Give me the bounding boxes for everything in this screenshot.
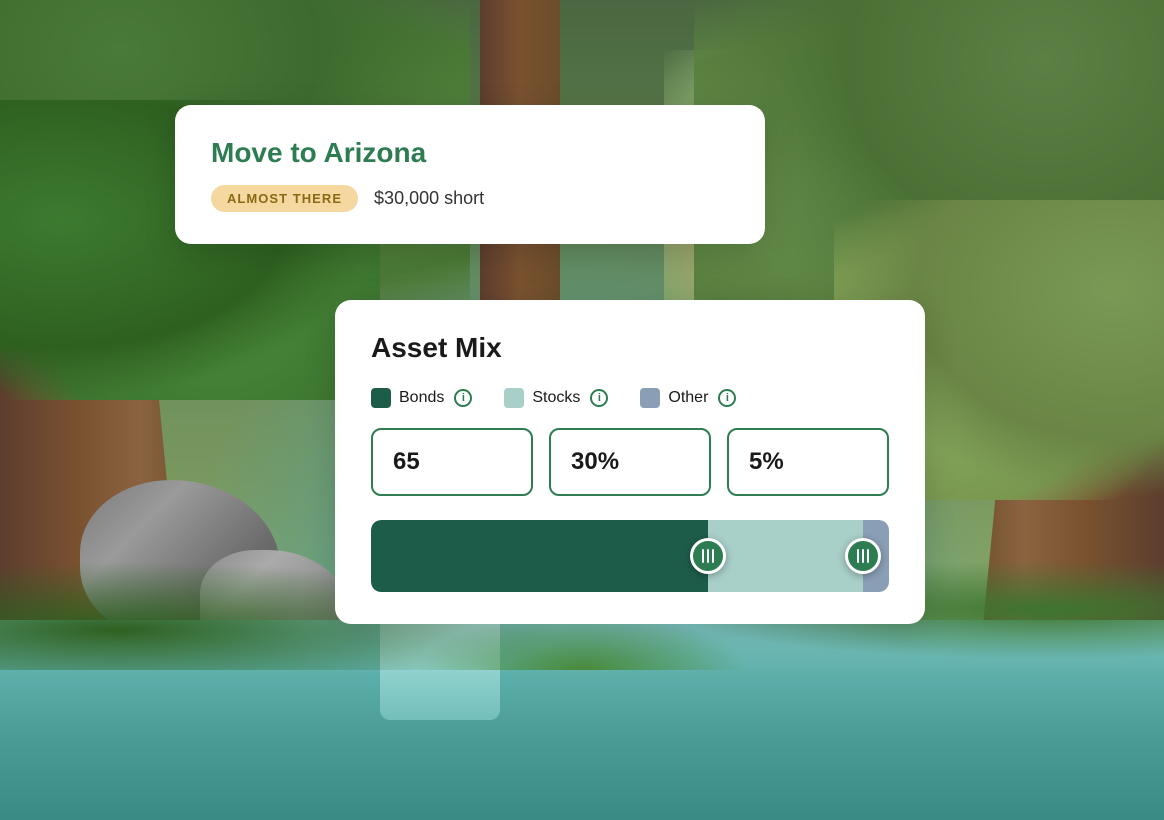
bonds-info-icon[interactable]: i (454, 389, 472, 407)
other-info-icon[interactable]: i (718, 389, 736, 407)
goal-card: Move to Arizona ALMOST THERE $30,000 sho… (175, 105, 765, 244)
asset-bar-container (371, 520, 889, 592)
legend-stocks: Stocks i (504, 388, 608, 408)
other-label: Other (668, 389, 708, 407)
bonds-swatch (371, 388, 391, 408)
bonds-label: Bonds (399, 389, 444, 407)
handle-line (702, 549, 704, 563)
handle-line (862, 549, 864, 563)
handle-line (712, 549, 714, 563)
legend-other: Other i (640, 388, 736, 408)
bonds-bar-segment (371, 520, 708, 592)
handle-line (867, 549, 869, 563)
goal-status-row: ALMOST THERE $30,000 short (211, 185, 729, 212)
asset-bar (371, 520, 889, 592)
stocks-label: Stocks (532, 389, 580, 407)
stocks-bar-segment (708, 520, 863, 592)
asset-card: Asset Mix Bonds i Stocks i Other i 65 30… (335, 300, 925, 624)
handle-line (707, 549, 709, 563)
legend-bonds: Bonds i (371, 388, 472, 408)
other-swatch (640, 388, 660, 408)
short-amount: $30,000 short (374, 188, 484, 209)
inputs-row: 65 30% 5% (371, 428, 889, 496)
asset-mix-title: Asset Mix (371, 332, 889, 364)
drag-handle-2[interactable] (845, 538, 881, 574)
status-badge: ALMOST THERE (211, 185, 358, 212)
other-input[interactable]: 5% (727, 428, 889, 496)
handle-lines-2 (857, 549, 869, 563)
stocks-input[interactable]: 30% (549, 428, 711, 496)
stocks-swatch (504, 388, 524, 408)
stocks-info-icon[interactable]: i (590, 389, 608, 407)
bonds-input[interactable]: 65 (371, 428, 533, 496)
handle-line (857, 549, 859, 563)
drag-handle-1[interactable] (690, 538, 726, 574)
legend-row: Bonds i Stocks i Other i (371, 388, 889, 408)
goal-title: Move to Arizona (211, 137, 729, 169)
handle-lines-1 (702, 549, 714, 563)
